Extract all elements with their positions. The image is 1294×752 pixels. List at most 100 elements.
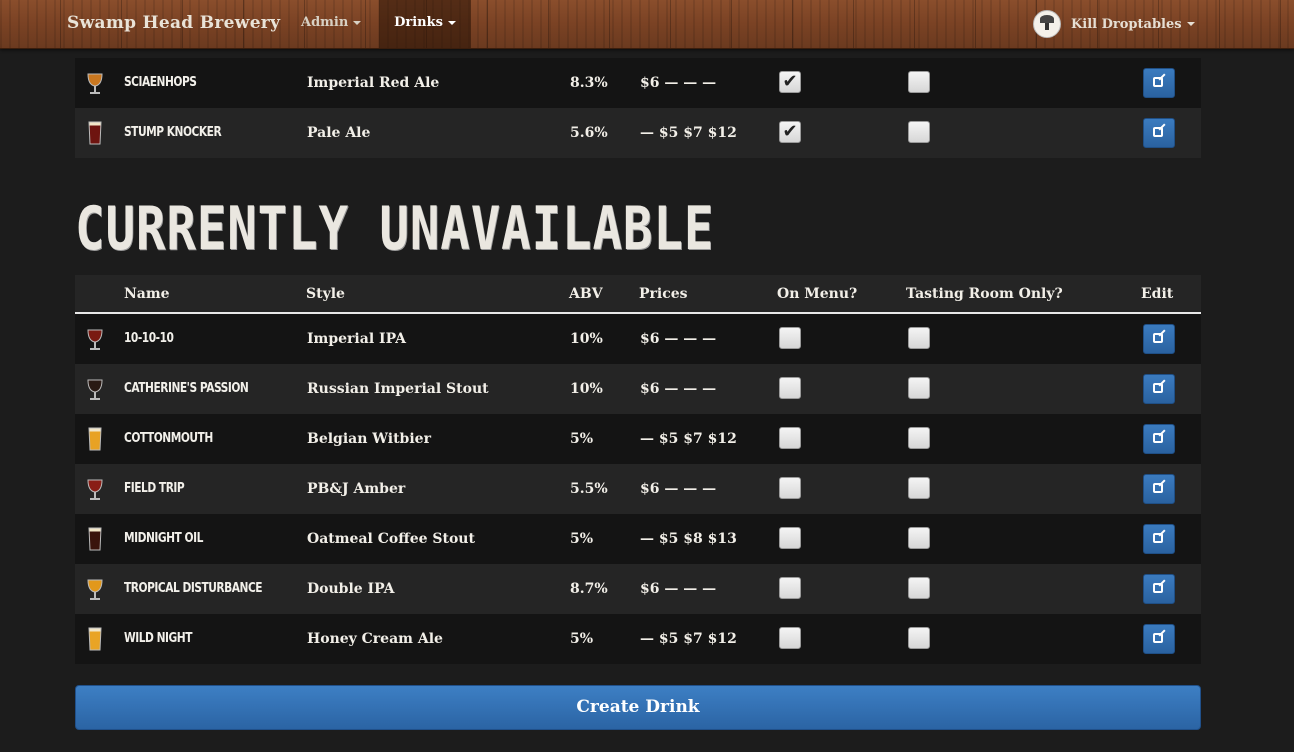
brand-title[interactable]: Swamp Head Brewery — [67, 13, 280, 33]
table-row: Field Trip PB&J Amber 5.5% $6 — — — — [75, 464, 1201, 514]
column-header-edit: Edit — [1141, 286, 1174, 302]
table-row: Wild Night Honey Cream Ale 5% — $5 $7 $12 — [75, 614, 1201, 664]
tasting-room-only-checkbox[interactable] — [908, 577, 930, 599]
available-drinks-table: Sciaenhops Imperial Red Ale 8.3% $6 — — — ✔ S… — [75, 58, 1201, 158]
edit-icon — [1153, 483, 1163, 493]
snifter-glass-icon — [87, 327, 103, 351]
drink-abv: 5% — [570, 531, 594, 547]
nav-admin-label: Admin — [301, 15, 349, 30]
drink-name: Tropical Disturbance — [124, 581, 263, 596]
drink-style: Imperial Red Ale — [307, 75, 440, 91]
drink-name: Midnight Oil — [124, 531, 203, 546]
drink-prices: — $5 $8 $13 — [640, 531, 737, 547]
column-header-style: Style — [306, 286, 345, 302]
table-row: Midnight Oil Oatmeal Coffee Stout 5% — $5 $… — [75, 514, 1201, 564]
table-row: Tropical Disturbance Double IPA 8.7% $6 — —… — [75, 564, 1201, 614]
edit-icon — [1153, 77, 1163, 87]
tasting-room-only-checkbox[interactable] — [908, 627, 930, 649]
drink-name: Stump Knocker — [124, 125, 222, 140]
on-menu-checkbox[interactable] — [779, 477, 801, 499]
pint-glass-icon — [87, 121, 103, 145]
snifter-glass-icon — [87, 377, 103, 401]
column-header-abv: ABV — [569, 286, 603, 302]
drink-prices: $6 — — — — [640, 331, 717, 347]
unavailable-table-header: Name Style ABV Prices On Menu? Tasting R… — [75, 275, 1201, 314]
drink-abv: 5.6% — [570, 125, 608, 141]
on-menu-checkbox[interactable] — [779, 627, 801, 649]
edit-button[interactable] — [1143, 118, 1175, 148]
drink-name: Cottonmouth — [124, 431, 213, 446]
tasting-room-only-checkbox[interactable] — [908, 477, 930, 499]
edit-button[interactable] — [1143, 324, 1175, 354]
edit-icon — [1153, 633, 1163, 643]
snifter-glass-icon — [87, 71, 103, 95]
drink-style: Imperial IPA — [307, 331, 406, 347]
tasting-room-only-checkbox[interactable] — [908, 121, 930, 143]
column-header-on-menu: On Menu? — [777, 286, 858, 302]
drink-name: 10-10-10 — [124, 331, 174, 346]
table-row: Stump Knocker Pale Ale 5.6% — $5 $7 $12 ✔ — [75, 108, 1201, 158]
edit-button[interactable] — [1143, 474, 1175, 504]
drink-prices: — $5 $7 $12 — [640, 431, 737, 447]
column-header-tasting-room-only: Tasting Room Only? — [906, 286, 1063, 302]
on-menu-checkbox[interactable] — [779, 377, 801, 399]
unavailable-drinks-table: 10-10-10 Imperial IPA 10% $6 — — — Catherine… — [75, 314, 1201, 664]
edit-button[interactable] — [1143, 374, 1175, 404]
drink-prices: $6 — — — — [640, 581, 717, 597]
edit-button[interactable] — [1143, 68, 1175, 98]
drink-style: Double IPA — [307, 581, 395, 597]
table-row: Sciaenhops Imperial Red Ale 8.3% $6 — — — ✔ — [75, 58, 1201, 108]
snifter-glass-icon — [87, 577, 103, 601]
nav-admin-menu[interactable]: Admin — [287, 0, 375, 48]
on-menu-checkbox[interactable]: ✔ — [779, 121, 801, 143]
tasting-room-only-checkbox[interactable] — [908, 377, 930, 399]
table-row: Cottonmouth Belgian Witbier 5% — $5 $7 $12 — [75, 414, 1201, 464]
table-row: Catherine's Passion Russian Imperial Stou… — [75, 364, 1201, 414]
nav-drinks-menu[interactable]: Drinks — [379, 0, 471, 48]
user-name: Kill Droptables — [1071, 16, 1182, 32]
edit-button[interactable] — [1143, 424, 1175, 454]
drink-style: Oatmeal Coffee Stout — [307, 531, 475, 547]
edit-icon — [1153, 533, 1163, 543]
tasting-room-only-checkbox[interactable] — [908, 427, 930, 449]
edit-button[interactable] — [1143, 524, 1175, 554]
on-menu-checkbox[interactable] — [779, 527, 801, 549]
edit-icon — [1153, 333, 1163, 343]
drink-abv: 5% — [570, 631, 594, 647]
edit-button[interactable] — [1143, 624, 1175, 654]
on-menu-checkbox[interactable]: ✔ — [779, 71, 801, 93]
caret-down-icon — [353, 20, 362, 25]
drink-name: Field Trip — [124, 481, 185, 496]
tasting-room-only-checkbox[interactable] — [908, 327, 930, 349]
drink-abv: 10% — [570, 381, 603, 397]
on-menu-checkbox[interactable] — [779, 327, 801, 349]
drink-prices: $6 — — — — [640, 481, 717, 497]
drink-abv: 8.3% — [570, 75, 608, 91]
avatar — [1033, 10, 1061, 38]
pint-glass-icon — [87, 527, 103, 551]
check-icon: ✔ — [782, 71, 798, 92]
on-menu-checkbox[interactable] — [779, 427, 801, 449]
check-icon: ✔ — [782, 121, 798, 142]
drink-name: Wild Night — [124, 631, 192, 646]
on-menu-checkbox[interactable] — [779, 577, 801, 599]
drink-abv: 10% — [570, 331, 603, 347]
drink-prices: — $5 $7 $12 — [640, 631, 737, 647]
table-row: 10-10-10 Imperial IPA 10% $6 — — — — [75, 314, 1201, 364]
create-drink-button[interactable]: Create Drink — [75, 685, 1201, 730]
edit-button[interactable] — [1143, 574, 1175, 604]
drink-abv: 5.5% — [570, 481, 608, 497]
drink-prices: $6 — — — — [640, 75, 717, 91]
drink-style: Russian Imperial Stout — [307, 381, 489, 397]
drink-style: Pale Ale — [307, 125, 371, 141]
pint-glass-icon — [87, 627, 103, 651]
edit-icon — [1153, 383, 1163, 393]
caret-down-icon — [447, 20, 456, 25]
tasting-room-only-checkbox[interactable] — [908, 527, 930, 549]
user-menu[interactable]: Kill Droptables — [1033, 8, 1195, 40]
tasting-room-only-checkbox[interactable] — [908, 71, 930, 93]
drink-prices: — $5 $7 $12 — [640, 125, 737, 141]
drink-abv: 8.7% — [570, 581, 608, 597]
column-header-prices: Prices — [639, 286, 688, 302]
caret-down-icon — [1186, 22, 1195, 26]
